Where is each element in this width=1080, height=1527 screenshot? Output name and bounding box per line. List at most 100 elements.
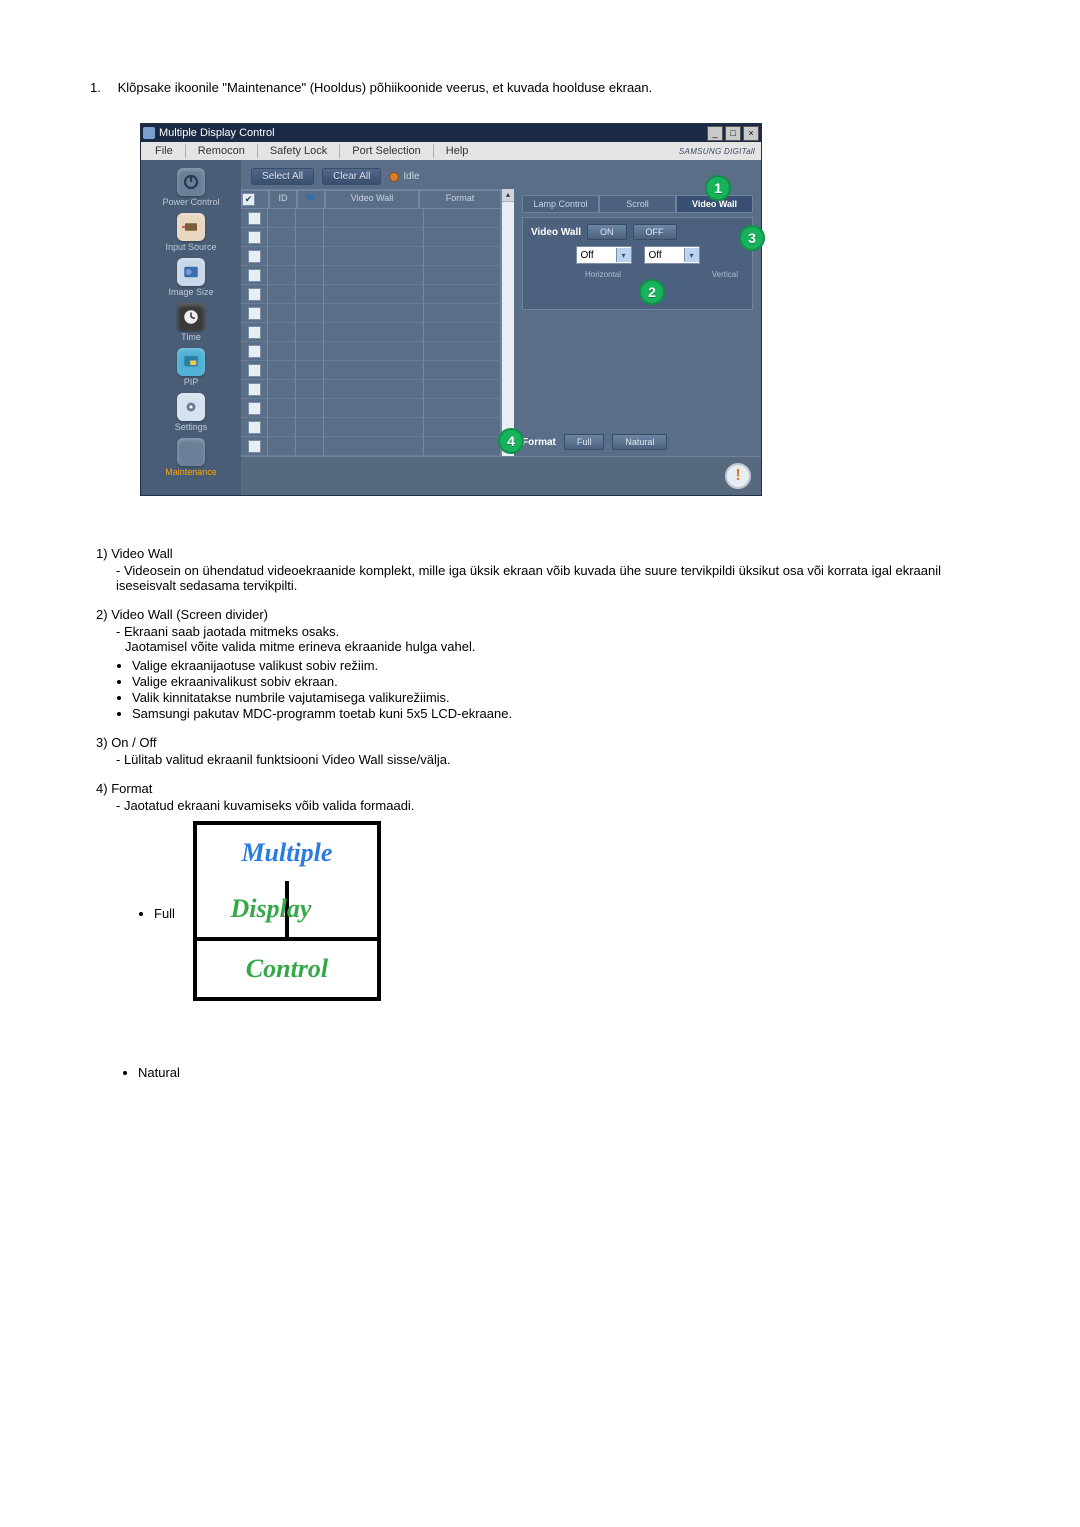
minimize-button[interactable]: _	[707, 126, 723, 141]
callout-1: 1	[705, 175, 731, 201]
row-checkbox[interactable]	[248, 326, 261, 339]
intro-text: Klõpsake ikoonile "Maintenance" (Hooldus…	[118, 80, 653, 95]
row-checkbox[interactable]	[248, 288, 261, 301]
desc-item-3: 3) On / Off - Lülitab valitud ekraanil f…	[90, 735, 990, 767]
table-row[interactable]	[241, 437, 501, 456]
description-list: 1) Video Wall - Videosein on ühendatud v…	[90, 546, 990, 1080]
row-checkbox[interactable]	[248, 364, 261, 377]
table-body	[241, 209, 501, 456]
chevron-down-icon: ▾	[616, 248, 631, 262]
scrollbar[interactable]	[501, 189, 514, 456]
sidebar-item-time[interactable]: Time	[177, 303, 205, 342]
table-row[interactable]	[241, 361, 501, 380]
sidebar-item-settings[interactable]: Settings	[175, 393, 208, 432]
input-icon	[182, 218, 200, 236]
table-row[interactable]	[241, 399, 501, 418]
idle-legend: Idle	[389, 171, 419, 182]
col-format: Format	[419, 190, 501, 209]
menu-port-selection[interactable]: Port Selection	[342, 144, 430, 158]
format-full-button[interactable]: Full	[564, 434, 605, 450]
video-wall-card: Video Wall ON OFF Off▾ Off▾ Horizontal	[522, 217, 753, 310]
row-checkbox[interactable]	[248, 231, 261, 244]
sidebar-item-pip[interactable]: PIP	[177, 348, 205, 387]
pip-icon	[182, 353, 200, 371]
table-row[interactable]	[241, 209, 501, 228]
col-id: ID	[269, 190, 297, 209]
row-checkbox[interactable]	[248, 421, 261, 434]
row-checkbox[interactable]	[248, 345, 261, 358]
idle-dot-icon	[389, 172, 399, 182]
intro-line: 1. Klõpsake ikoonile "Maintenance" (Hool…	[90, 80, 990, 95]
table-row[interactable]	[241, 247, 501, 266]
row-checkbox[interactable]	[248, 307, 261, 320]
sidebar-item-input[interactable]: Input Source	[165, 213, 216, 252]
status-bar: !	[241, 456, 761, 495]
tab-scroll[interactable]: Scroll	[599, 195, 676, 213]
titlebar: Multiple Display Control _ □ ×	[141, 124, 761, 142]
row-checkbox[interactable]	[248, 383, 261, 396]
table-row[interactable]	[241, 380, 501, 399]
table-row[interactable]	[241, 418, 501, 437]
row-checkbox[interactable]	[248, 402, 261, 415]
menu-file[interactable]: File	[145, 144, 183, 158]
sidebar-item-image-size[interactable]: Image Size	[168, 258, 213, 297]
horizontal-select[interactable]: Off▾	[576, 246, 632, 264]
vertical-select[interactable]: Off▾	[644, 246, 700, 264]
format-natural-button[interactable]: Natural	[612, 434, 667, 450]
video-wall-on-button[interactable]: ON	[587, 224, 627, 240]
table-row[interactable]	[241, 304, 501, 323]
col-icon	[297, 190, 325, 209]
gear-icon	[182, 398, 200, 416]
format-full-label: Full	[154, 906, 175, 921]
power-icon	[182, 173, 200, 191]
header-checkbox[interactable]: ✔	[242, 193, 255, 206]
format-full-illustration: Multiple Display Control	[193, 821, 381, 1001]
alert-icon: !	[725, 463, 751, 489]
format-label: Format	[522, 437, 556, 448]
window-title: Multiple Display Control	[159, 127, 275, 139]
menubar: File Remocon Safety Lock Port Selection …	[141, 142, 761, 160]
clock-icon	[182, 308, 200, 326]
intro-number: 1.	[90, 80, 114, 95]
table-row[interactable]	[241, 228, 501, 247]
video-wall-label: Video Wall	[531, 227, 581, 238]
window-buttons: _ □ ×	[707, 126, 759, 141]
sidebar-item-maintenance[interactable]: Maintenance	[165, 438, 217, 477]
maximize-button[interactable]: □	[725, 126, 741, 141]
desc-item-4: 4) Format - Jaotatud ekraani kuvamiseks …	[90, 781, 990, 1080]
menu-safety-lock[interactable]: Safety Lock	[260, 144, 337, 158]
app-screenshot: Multiple Display Control _ □ × File Remo…	[140, 123, 762, 496]
callout-2: 2	[639, 279, 665, 305]
menu-remocon[interactable]: Remocon	[188, 144, 255, 158]
display-list: ✔ ID Video Wall Format	[241, 189, 501, 456]
col-video-wall: Video Wall	[325, 190, 419, 209]
close-button[interactable]: ×	[743, 126, 759, 141]
row-checkbox[interactable]	[248, 269, 261, 282]
chevron-down-icon: ▾	[684, 248, 699, 262]
toolbar: Select All Clear All Idle	[241, 160, 761, 189]
video-wall-off-button[interactable]: OFF	[633, 224, 677, 240]
app-icon	[143, 127, 155, 139]
table-row[interactable]	[241, 342, 501, 361]
control-panel: Lamp Control Scroll Video Wall Video Wal…	[514, 189, 761, 456]
clear-all-button[interactable]: Clear All	[322, 168, 381, 185]
select-all-button[interactable]: Select All	[251, 168, 314, 185]
callout-3: 3	[739, 225, 765, 251]
tab-lamp-control[interactable]: Lamp Control	[522, 195, 599, 213]
sidebar: Power Control Input Source Image Size Ti…	[141, 160, 241, 495]
monitor-icon	[306, 193, 316, 203]
desc-item-2: 2) Video Wall (Screen divider) - Ekraani…	[90, 607, 990, 721]
table-row[interactable]	[241, 285, 501, 304]
format-natural-label: Natural	[138, 1065, 990, 1080]
sidebar-item-power[interactable]: Power Control	[162, 168, 219, 207]
table-row[interactable]	[241, 323, 501, 342]
app-window: Multiple Display Control _ □ × File Remo…	[140, 123, 762, 496]
menu-help[interactable]: Help	[436, 144, 479, 158]
row-checkbox[interactable]	[248, 440, 261, 453]
image-size-icon	[182, 263, 200, 281]
row-checkbox[interactable]	[248, 250, 261, 263]
brand-label: SAMSUNG DIGITall	[679, 147, 755, 156]
row-checkbox[interactable]	[248, 212, 261, 225]
callout-4: 4	[498, 428, 524, 454]
table-row[interactable]	[241, 266, 501, 285]
